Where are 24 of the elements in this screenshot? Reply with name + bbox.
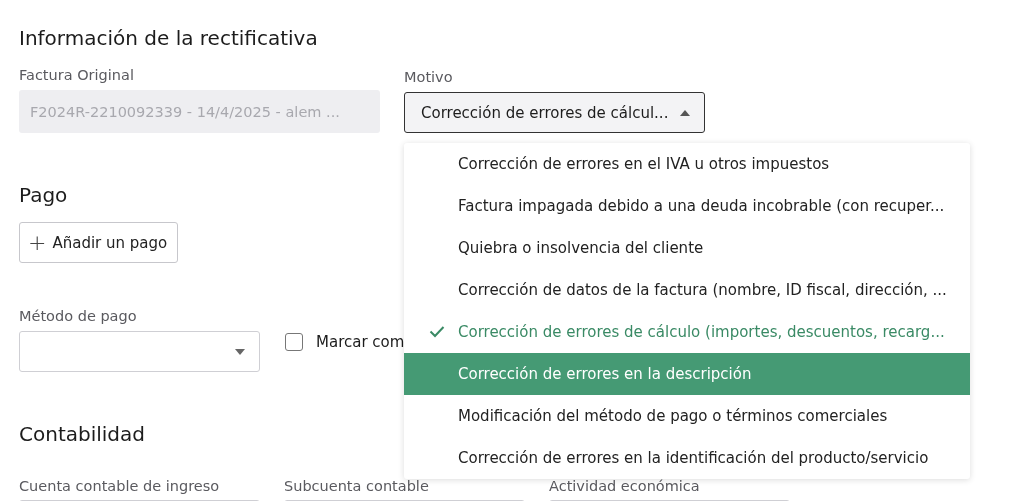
menu-item[interactable]: Modificación del método de pago o términos comerciales — [404, 395, 970, 437]
menu-item[interactable]: Quiebra o insolvencia del cliente — [404, 227, 970, 269]
caret-icon — [680, 109, 690, 116]
checkbox-label: Marcar com — [316, 333, 405, 351]
menu-item[interactable]: Corrección de errores en la identificación del producto/servicio — [404, 437, 970, 479]
menu-item[interactable]: Corrección de datos de la factura (nombre, ID fiscal, dirección, ... — [404, 269, 970, 311]
section-title: Pago — [19, 182, 68, 209]
plus-icon: + — [28, 231, 47, 254]
field-label: Método de pago — [19, 307, 137, 325]
menu-item[interactable]: Corrección de errores de cálculo (importes, descuentos, recarg... — [404, 311, 970, 353]
field-label: Subcuenta contable — [284, 477, 429, 495]
checkbox[interactable] — [285, 333, 303, 351]
reason-select[interactable]: Corrección de errores de cálcul... — [404, 92, 705, 133]
section-title: Contabilidad — [19, 421, 145, 448]
check-icon — [429, 325, 445, 338]
section-title: Información de la rectificativa — [19, 25, 318, 52]
caret-icon — [235, 348, 245, 355]
field-label: Actividad económica — [549, 477, 700, 495]
field-label: Motivo — [404, 68, 453, 86]
field-label: Cuenta contable de ingreso — [19, 477, 220, 495]
menu-item[interactable]: Factura impagada debido a una deuda incobrable (con recuper... — [404, 185, 970, 227]
add-payment-button[interactable]: + Añadir un pago — [19, 222, 179, 263]
field-label: Factura Original — [19, 66, 134, 84]
menu-item[interactable]: Corrección de errores en el IVA u otros impuestos — [404, 143, 970, 185]
